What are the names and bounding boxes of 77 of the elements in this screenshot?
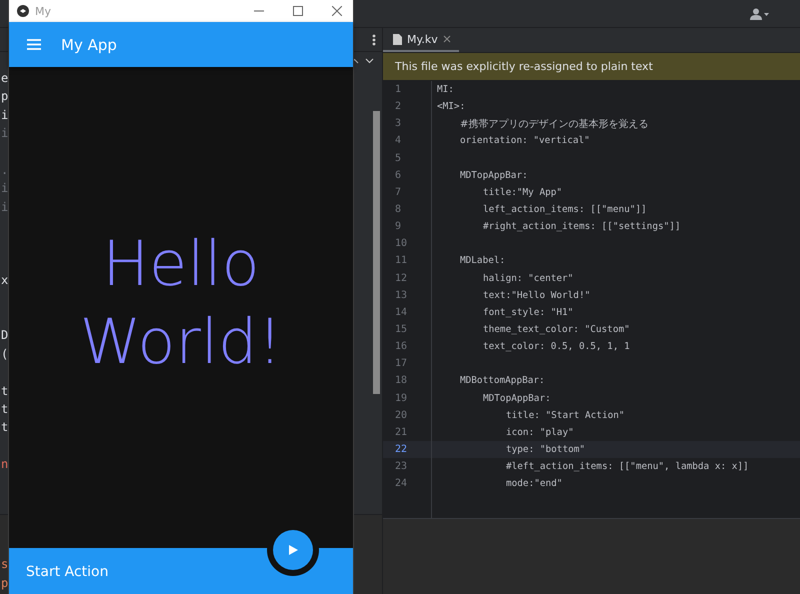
code-text: i: [0, 125, 8, 142]
code-text: i: [0, 106, 8, 124]
line-number: 22: [383, 440, 431, 458]
code-text: i: [0, 198, 8, 216]
line-number: 4: [394, 134, 402, 148]
line-number: 18: [394, 374, 408, 388]
code-line: <MI>:: [437, 101, 466, 112]
line-number: 3: [394, 117, 402, 132]
code-line: font_style: "H1": [483, 306, 574, 318]
code-text: t: [0, 382, 8, 400]
code-line: MDBottomAppBar:: [460, 375, 545, 386]
code-line: text:"Hello World!": [483, 290, 590, 301]
line-number: 1: [394, 83, 402, 97]
line-number: 19: [394, 392, 408, 406]
menu-icon[interactable]: [27, 39, 41, 50]
code-text: .: [0, 162, 8, 179]
line-number: 12: [394, 272, 408, 286]
code-line: #right_action_items: [["settings"]]: [483, 221, 681, 232]
code-text: x: [0, 272, 8, 290]
play-icon: [288, 545, 298, 555]
line-number: 14: [394, 306, 408, 320]
line-number: 17: [394, 357, 408, 372]
hello-label: Hello World!: [78, 226, 284, 380]
code-line: MDTopAppBar:: [483, 392, 551, 404]
app-title: My App: [61, 36, 117, 54]
code-text: n: [0, 456, 8, 474]
code-line: MDTopAppBar:: [460, 170, 528, 181]
line-number: 23: [394, 460, 408, 474]
line-number: 6: [394, 168, 402, 183]
code-line: halign: "center": [483, 272, 574, 284]
console-text: s: [0, 556, 8, 574]
window-title: My: [35, 4, 52, 18]
code-line: icon: "play": [506, 426, 574, 438]
scrollbar[interactable]: [373, 111, 380, 394]
line-number: 24: [394, 477, 408, 492]
code-line: MDLabel:: [460, 255, 506, 266]
console-text: p: [0, 574, 8, 592]
banner-text: This file was explicitly re-assigned to plain text: [395, 60, 653, 73]
bottom-bar-title: Start Action: [26, 563, 108, 580]
close-icon[interactable]: [442, 35, 451, 43]
line-number: 16: [394, 340, 408, 354]
line-number: 10: [394, 237, 408, 252]
code-line: left_action_items: [["menu"]]: [483, 204, 647, 216]
app-logo-icon: [17, 5, 29, 17]
chevron-down-icon[interactable]: [365, 58, 374, 64]
line-number: 8: [394, 202, 402, 217]
more-icon[interactable]: [372, 34, 376, 46]
code-line: MI:: [437, 84, 454, 96]
code-text: p: [0, 88, 8, 106]
code-line: title:"My App": [483, 186, 562, 198]
code-text: i: [0, 180, 8, 198]
code-line: orientation: "vertical": [460, 135, 590, 146]
code-line: mode:"end": [506, 478, 562, 490]
code-line: type: "bottom": [506, 444, 586, 456]
code-line: #携帯アプリのデザインの基本形を覚える: [460, 118, 648, 131]
code-line: theme_text_color: "Custom": [483, 324, 630, 336]
user-icon[interactable]: [750, 8, 770, 20]
line-number: 5: [394, 152, 402, 166]
line-number: 13: [394, 288, 408, 303]
line-number: 11: [394, 254, 408, 268]
code-text: e: [0, 70, 8, 87]
line-number: 7: [394, 186, 402, 200]
line-number: 20: [394, 408, 408, 423]
line-number: 15: [394, 322, 408, 337]
maximize-icon[interactable]: [292, 6, 302, 16]
code-line: #left_action_items: [["menu", lambda x: x]]: [506, 461, 749, 472]
code-line: text_color: 0.5, 0.5, 1, 1: [483, 341, 630, 352]
code-line: title: "Start Action": [506, 410, 625, 421]
line-number: 2: [394, 100, 402, 114]
code-text: (: [0, 346, 8, 363]
line-number: 9: [394, 220, 402, 234]
close-icon[interactable]: [332, 6, 342, 16]
code-text: t: [0, 401, 8, 418]
line-number: 21: [394, 426, 408, 440]
file-icon: [393, 34, 402, 44]
code-text: D: [0, 327, 8, 344]
code-text: t: [0, 419, 8, 436]
